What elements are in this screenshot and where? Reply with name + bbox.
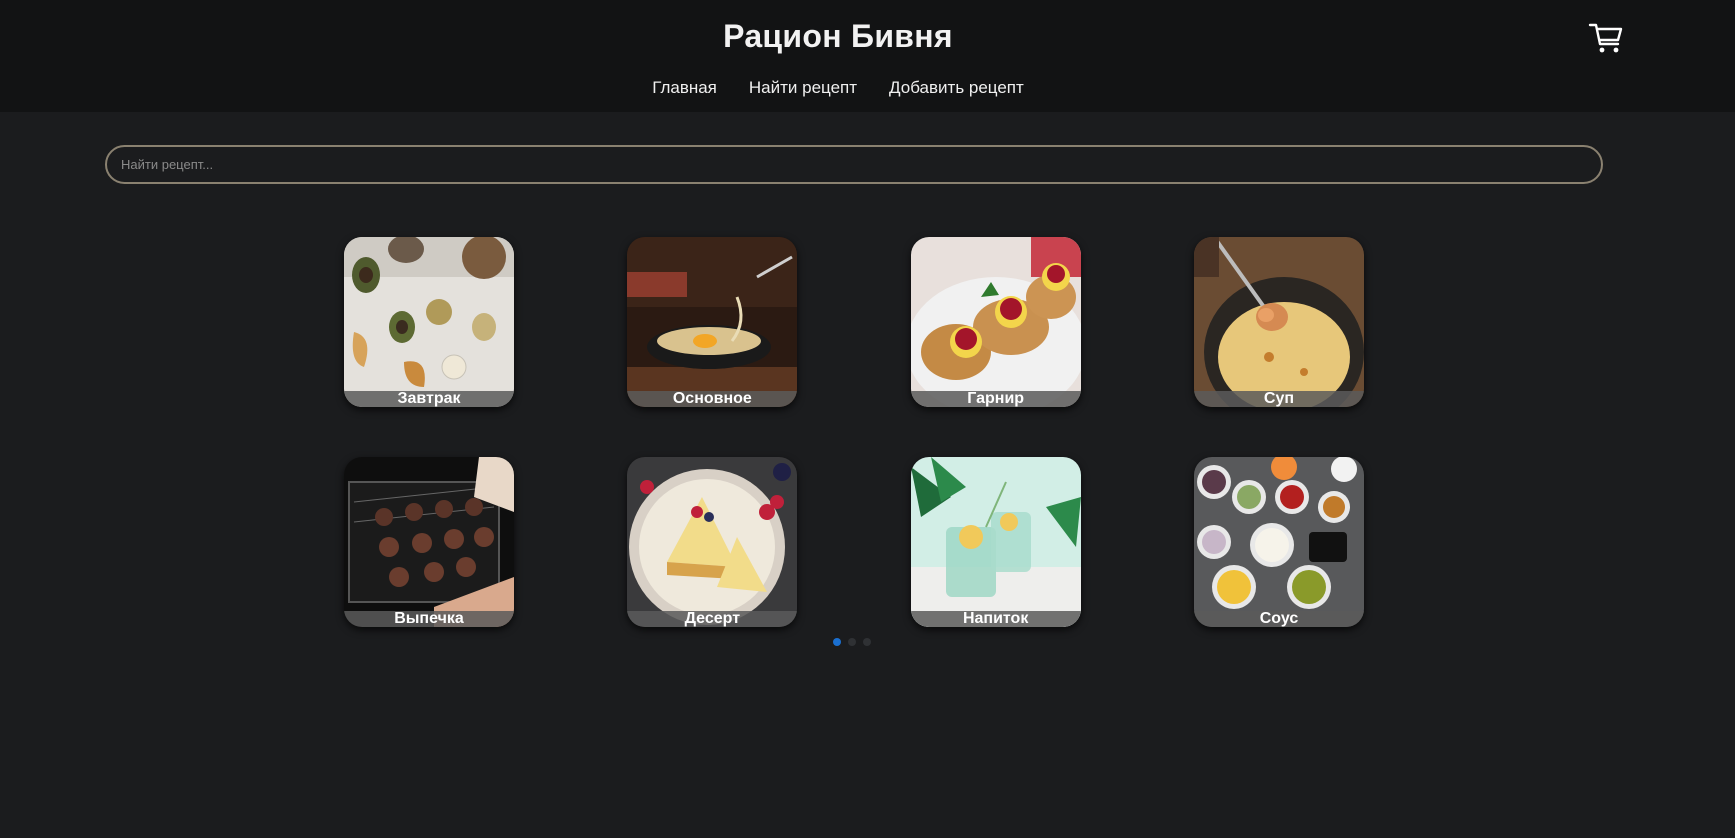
site-header: Рацион Бивня Главная Найти рецепт Добави… <box>0 0 1735 112</box>
nav-add-recipe-link[interactable]: Добавить рецепт <box>889 78 1024 98</box>
carousel-dot[interactable] <box>863 638 871 646</box>
drink-image <box>910 457 1081 627</box>
nav-home-link[interactable]: Главная <box>652 78 717 98</box>
cart-icon[interactable] <box>1588 20 1624 56</box>
category-card-soup[interactable]: Суп <box>1193 237 1364 407</box>
sauce-image <box>1193 457 1364 627</box>
category-label: Десерт <box>627 611 798 627</box>
main-dish-image <box>627 237 798 407</box>
breakfast-image <box>344 237 514 407</box>
category-label: Напиток <box>910 611 1081 627</box>
dessert-image <box>627 457 798 627</box>
category-label: Суп <box>1193 391 1364 407</box>
site-title: Рацион Бивня <box>723 18 953 54</box>
side-dish-image <box>910 237 1081 407</box>
category-card-main[interactable]: Основное <box>627 237 798 407</box>
search-input[interactable] <box>105 145 1603 184</box>
category-label: Гарнир <box>910 391 1081 407</box>
category-label: Выпечка <box>344 611 514 627</box>
main-nav: Главная Найти рецепт Добавить рецепт <box>0 78 1676 98</box>
category-label: Завтрак <box>344 391 514 407</box>
nav-find-recipe-link[interactable]: Найти рецепт <box>749 78 857 98</box>
category-card-sauce[interactable]: Соус <box>1193 457 1364 627</box>
category-card-dessert[interactable]: Десерт <box>627 457 798 627</box>
category-label: Соус <box>1193 611 1364 627</box>
carousel-pagination <box>833 638 871 646</box>
soup-image <box>1193 237 1364 407</box>
carousel-dot[interactable] <box>848 638 856 646</box>
baking-image <box>344 457 514 627</box>
category-label: Основное <box>627 391 798 407</box>
category-card-breakfast[interactable]: Завтрак <box>344 237 514 407</box>
category-card-drink[interactable]: Напиток <box>910 457 1081 627</box>
category-grid: Завтрак Основное Гарнир Суп Выпечка Десе… <box>344 237 1364 627</box>
category-card-baking[interactable]: Выпечка <box>344 457 514 627</box>
category-card-side[interactable]: Гарнир <box>910 237 1081 407</box>
carousel-dot-active[interactable] <box>833 638 841 646</box>
